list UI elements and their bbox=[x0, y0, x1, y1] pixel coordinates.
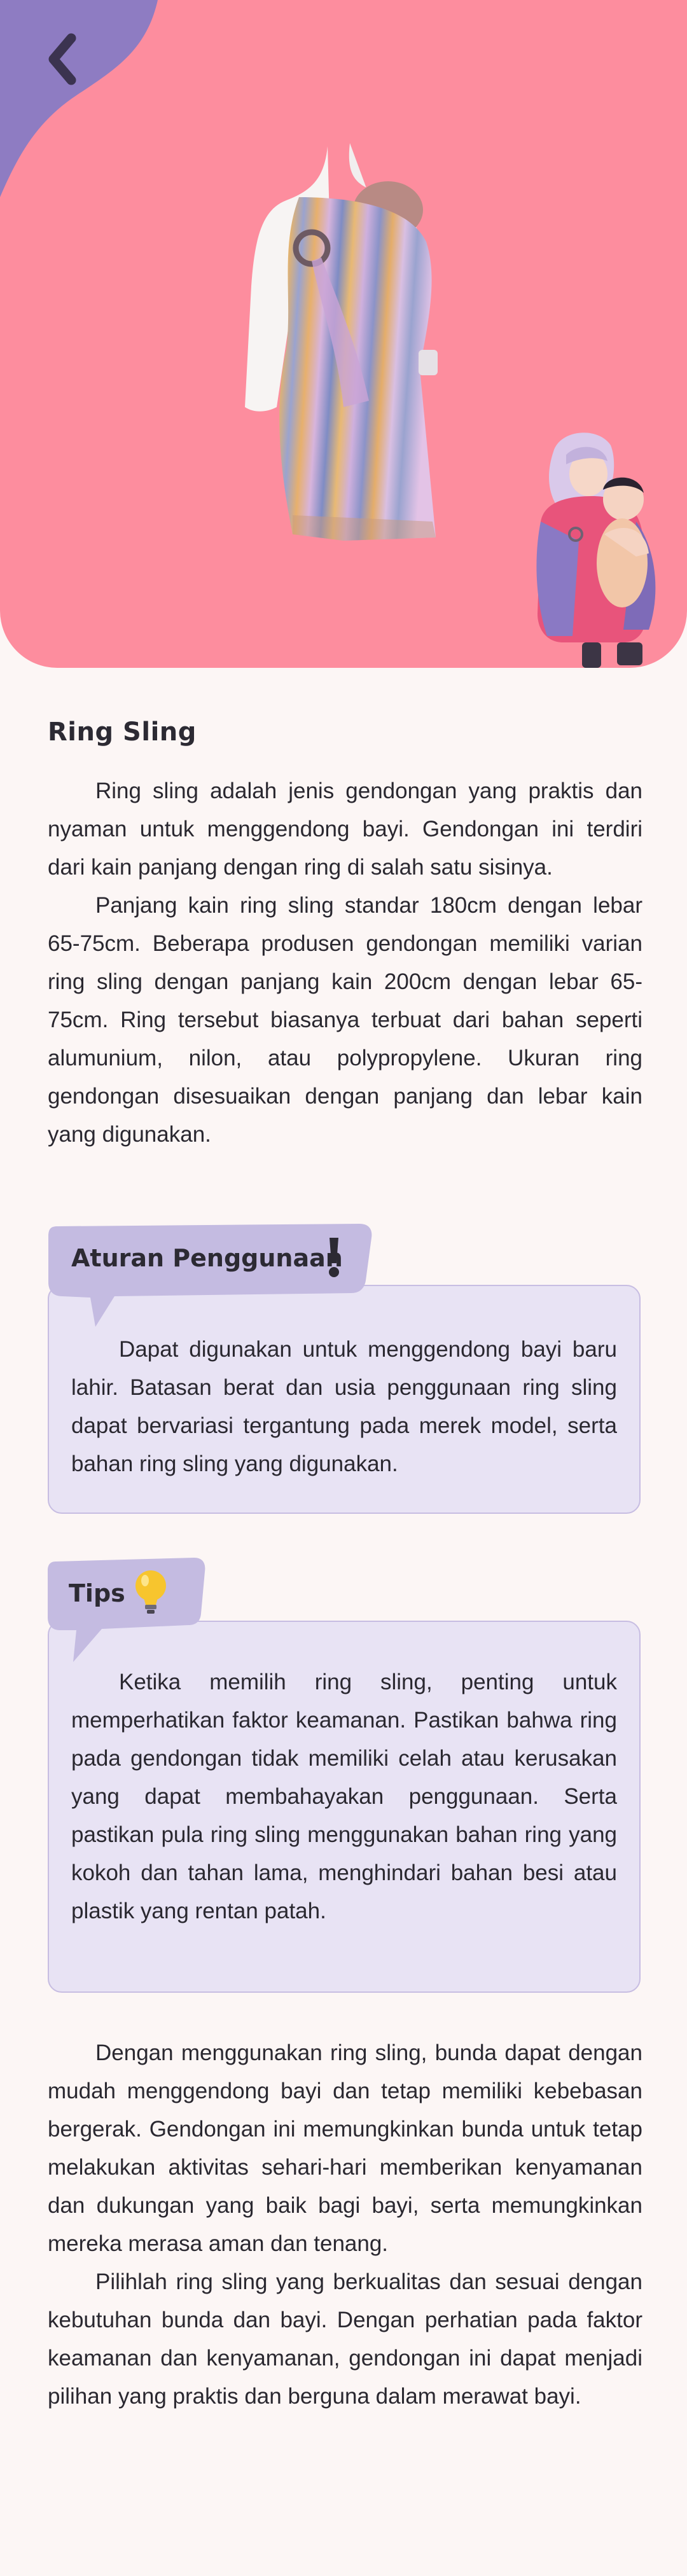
tips-title: Tips bbox=[69, 1579, 125, 1607]
exclamation-icon bbox=[329, 1238, 339, 1277]
tips-header: Tips bbox=[45, 1555, 210, 1666]
mother-baby-illustration bbox=[536, 433, 656, 668]
article-content: Ring Sling Ring sling adalah jenis gendo… bbox=[48, 717, 642, 1154]
tips-text: Ketika memilih ring sling, penting untuk… bbox=[71, 1670, 617, 1923]
intro-paragraph: Panjang kain ring sling standar 180cm de… bbox=[48, 893, 642, 1147]
tips-card: Ketika memilih ring sling, penting untuk… bbox=[48, 1621, 641, 1993]
rules-text: Dapat digunakan untuk menggendong bayi b… bbox=[71, 1337, 617, 1476]
rules-title: Aturan Penggunaan bbox=[71, 1244, 343, 1272]
rules-header: Aturan Penggunaan bbox=[45, 1220, 375, 1331]
chevron-left-icon bbox=[48, 33, 76, 85]
intro-section: Ring sling adalah jenis gendongan yang p… bbox=[48, 772, 642, 1154]
ring-sling-product-image bbox=[216, 140, 490, 553]
closing-paragraph: Pilihlah ring sling yang berkualitas dan… bbox=[48, 2269, 642, 2409]
intro-paragraph: Ring sling adalah jenis gendongan yang p… bbox=[48, 779, 642, 880]
back-button[interactable] bbox=[37, 24, 88, 94]
hero-banner bbox=[0, 0, 687, 668]
lightbulb-icon bbox=[135, 1570, 166, 1614]
speech-bubble-shape bbox=[48, 1558, 205, 1662]
article-title: Ring Sling bbox=[48, 717, 197, 747]
closing-section: Dengan menggunakan ring sling, bunda dap… bbox=[48, 2034, 642, 2416]
closing-paragraph: Dengan menggunakan ring sling, bunda dap… bbox=[48, 2040, 642, 2256]
